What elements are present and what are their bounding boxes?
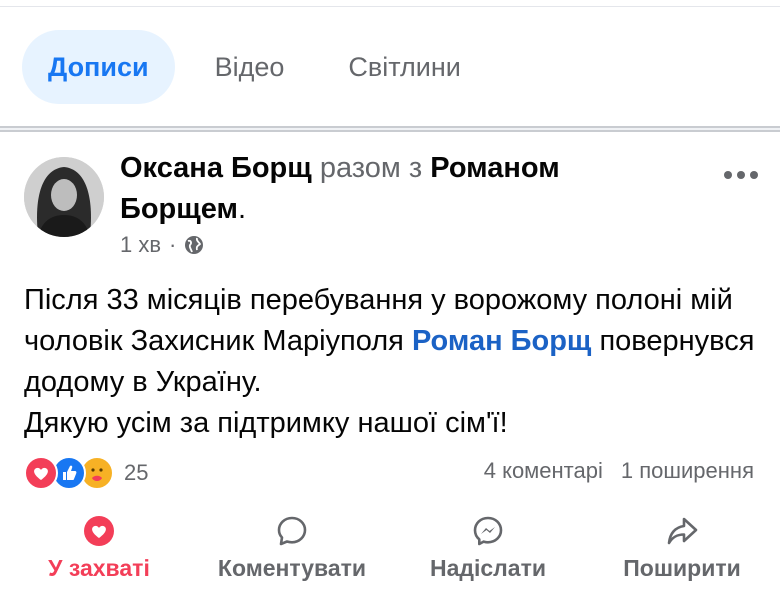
love-icon [84, 516, 114, 546]
comment-label: Коментувати [217, 555, 367, 581]
send-button[interactable]: Надіслати [420, 515, 556, 582]
globe-icon [185, 236, 204, 254]
comment-icon [277, 516, 307, 546]
tab-photos[interactable]: Світлини [348, 30, 460, 104]
section-separator [0, 126, 780, 132]
top-divider [0, 6, 780, 7]
share-button[interactable]: Поширити [614, 515, 750, 582]
tagged-link[interactable]: Роман Борщ [412, 325, 591, 357]
send-label: Надіслати [430, 555, 546, 581]
love-reaction-icon [24, 456, 58, 490]
author-name[interactable]: Оксана Борщ [120, 152, 312, 184]
engagement-counts: 4 коментарі 1 поширення [484, 458, 754, 484]
react-label: У захваті [48, 555, 150, 581]
comment-button[interactable]: Коментувати [208, 515, 376, 582]
post-meta: 1 хв · [120, 232, 204, 258]
with-text: разом з [319, 152, 423, 184]
post-text: Після 33 місяців перебування у ворожому … [24, 280, 764, 444]
share-icon [667, 517, 698, 545]
meta-separator: · [169, 232, 177, 257]
action-bar: У захваті Коментувати Надіслати Поширити [0, 515, 780, 585]
reactions-summary[interactable]: 25 [24, 455, 148, 491]
comments-count[interactable]: 4 коментарі [484, 458, 603, 484]
post-time[interactable]: 1 хв [120, 232, 161, 258]
post-body-line2: Дякую усім за підтримку нашої сім'ї! [24, 407, 508, 439]
more-options-button[interactable] [722, 160, 760, 184]
profile-tabs: Дописи Відео Світлини [22, 30, 525, 104]
react-button[interactable]: У захваті [38, 515, 160, 582]
share-label: Поширити [623, 555, 741, 581]
shares-count[interactable]: 1 поширення [621, 458, 754, 484]
header-period: . [237, 193, 247, 225]
more-horizontal-icon [724, 171, 758, 179]
post-header: Оксана Борщ разом з Романом Борщем. [120, 148, 680, 230]
reaction-count: 25 [124, 460, 149, 485]
messenger-icon [473, 516, 503, 546]
avatar[interactable] [24, 157, 104, 237]
tab-videos[interactable]: Відео [215, 30, 285, 104]
tab-posts[interactable]: Дописи [22, 30, 175, 104]
